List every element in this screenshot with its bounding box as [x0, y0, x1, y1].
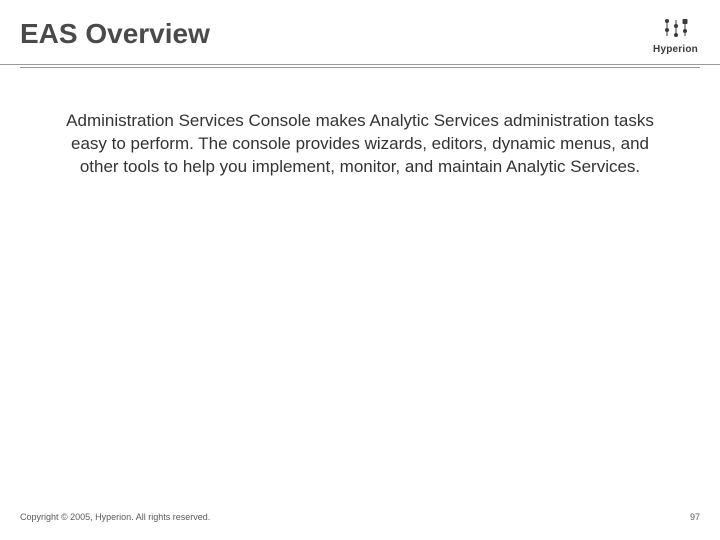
- slide-body: Administration Services Console makes An…: [0, 68, 720, 179]
- copyright-text: Copyright © 2005, Hyperion. All rights r…: [20, 512, 210, 522]
- hyperion-logo-text: Hyperion: [653, 44, 698, 55]
- hyperion-logo: Hyperion: [653, 18, 698, 57]
- hyperion-logo-icon: [662, 18, 690, 38]
- slide-title: EAS Overview: [20, 18, 700, 50]
- slide-header: EAS Overview Hyperion: [0, 0, 720, 56]
- body-paragraph: Administration Services Console makes An…: [60, 110, 660, 179]
- page-number: 97: [690, 512, 700, 522]
- slide-footer: Copyright © 2005, Hyperion. All rights r…: [0, 512, 720, 522]
- slide: EAS Overview Hyperion: [0, 0, 720, 540]
- divider-outer: [0, 64, 720, 65]
